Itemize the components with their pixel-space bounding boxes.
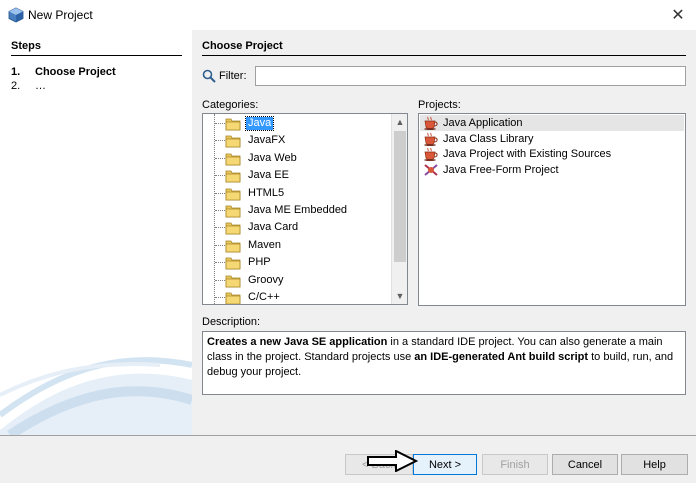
- scroll-up-icon[interactable]: ▲: [392, 114, 407, 130]
- step-number: 2.: [11, 80, 21, 92]
- tree-connector: [215, 262, 225, 264]
- project-label: Java Class Library: [443, 132, 534, 145]
- projects-label: Projects:: [418, 99, 461, 111]
- window-title: New Project: [28, 8, 93, 22]
- steps-divider: [11, 55, 182, 56]
- steps-panel: Steps 1. Choose Project 2. …: [0, 30, 192, 435]
- category-item[interactable]: Groovy: [203, 272, 393, 289]
- tree-connector: [215, 123, 225, 124]
- page-title: Choose Project: [202, 40, 283, 52]
- category-item[interactable]: Java Web: [203, 150, 393, 167]
- java-coffee-cup-icon: [423, 116, 439, 130]
- step-label: Choose Project: [35, 66, 116, 78]
- description-text: Creates a new Java SE application in a s…: [202, 331, 686, 395]
- tree-connector: [215, 140, 225, 142]
- categories-label: Categories:: [202, 99, 259, 111]
- category-label: Java ME Embedded: [248, 204, 348, 216]
- java-freeform-icon: [423, 163, 439, 177]
- steps-header: Steps: [11, 40, 41, 52]
- project-item[interactable]: Java Free-Form Project: [420, 162, 684, 178]
- tree-connector: [215, 192, 225, 194]
- scroll-down-icon[interactable]: ▼: [392, 288, 407, 304]
- category-item[interactable]: PHP: [203, 254, 393, 271]
- filter-label: Filter:: [219, 70, 247, 82]
- project-item[interactable]: Java Application: [420, 115, 684, 131]
- folder-icon: [225, 133, 241, 148]
- category-label: JavaFX: [248, 134, 286, 147]
- search-icon: [202, 69, 216, 83]
- folder-icon: [225, 151, 241, 166]
- folder-icon: [225, 116, 241, 131]
- main-panel: Choose Project Filter: Categories: Proje…: [192, 30, 696, 435]
- categories-tree[interactable]: Java JavaFX Java Web Java EE HTML5 Java ME Em…: [202, 113, 408, 305]
- category-label: HTML5: [248, 186, 285, 199]
- folder-icon: [225, 290, 241, 304]
- category-item[interactable]: Java: [203, 115, 393, 132]
- folder-icon: [225, 273, 241, 288]
- netbeans-cube-icon: [8, 7, 24, 23]
- category-label: PHP: [248, 256, 271, 269]
- project-item[interactable]: Java Class Library: [420, 131, 684, 147]
- tree-connector: [215, 157, 225, 159]
- java-coffee-cup-icon: [423, 132, 439, 146]
- title-bar: New Project ✕: [0, 0, 696, 30]
- category-item[interactable]: Java EE: [203, 167, 393, 184]
- close-icon: ✕: [671, 7, 685, 24]
- pointer-arrow-icon: [367, 450, 418, 472]
- category-item[interactable]: JavaFX: [203, 132, 393, 149]
- category-label: Java Card: [248, 221, 299, 234]
- description-bold: an IDE-generated Ant build script: [414, 351, 589, 363]
- tree-connector: [215, 244, 225, 246]
- description-label: Description:: [202, 316, 261, 328]
- category-item[interactable]: C/C++: [203, 289, 393, 304]
- folder-icon: [225, 168, 241, 183]
- scrollbar-thumb[interactable]: [394, 131, 406, 262]
- cancel-button[interactable]: Cancel: [552, 454, 618, 475]
- category-item[interactable]: Java Card: [203, 219, 393, 236]
- category-label: Maven: [248, 238, 282, 251]
- folder-icon: [225, 203, 241, 218]
- java-coffee-cup-icon: [423, 147, 439, 162]
- category-label: Java: [244, 116, 275, 131]
- help-button[interactable]: Help: [621, 454, 688, 475]
- folder-icon: [225, 220, 241, 235]
- project-label: Java Free-Form Project: [443, 163, 559, 176]
- step-item-next: 2. …: [11, 80, 46, 92]
- finish-button[interactable]: Finish: [482, 454, 548, 475]
- header-divider: [202, 55, 686, 56]
- project-item[interactable]: Java Project with Existing Sources: [420, 146, 684, 162]
- step-number: 1.: [11, 66, 21, 78]
- step-label: …: [35, 80, 46, 92]
- tree-connector: [215, 175, 225, 177]
- category-item[interactable]: HTML5: [203, 185, 393, 202]
- categories-scrollbar[interactable]: ▲ ▼: [391, 114, 407, 304]
- button-bar: < Back Next > Finish Cancel Help: [0, 436, 696, 483]
- projects-list[interactable]: Java Application Java Class Library Java P…: [418, 113, 686, 306]
- decorative-swoosh-graphic: [0, 357, 192, 435]
- description-bold: Creates a new Java SE application: [207, 336, 388, 348]
- project-label: Java Project with Existing Sources: [443, 148, 612, 161]
- folder-icon: [225, 238, 241, 253]
- project-label: Java Application: [443, 117, 523, 129]
- category-item[interactable]: Maven: [203, 237, 393, 254]
- close-button[interactable]: ✕: [660, 0, 696, 30]
- category-label: Java EE: [248, 169, 289, 182]
- category-label: Java Web: [248, 151, 297, 164]
- tree-connector: [215, 297, 225, 298]
- filter-input[interactable]: [255, 66, 686, 86]
- category-label: Groovy: [248, 273, 284, 286]
- tree-connector: [215, 227, 225, 229]
- category-item[interactable]: Java ME Embedded: [203, 202, 393, 219]
- category-label: C/C++: [248, 291, 280, 303]
- next-button[interactable]: Next >: [413, 454, 477, 475]
- folder-icon: [225, 186, 241, 201]
- folder-icon: [225, 255, 241, 270]
- step-item-choose-project: 1. Choose Project: [11, 66, 116, 78]
- tree-connector: [215, 210, 225, 211]
- tree-connector: [215, 279, 225, 281]
